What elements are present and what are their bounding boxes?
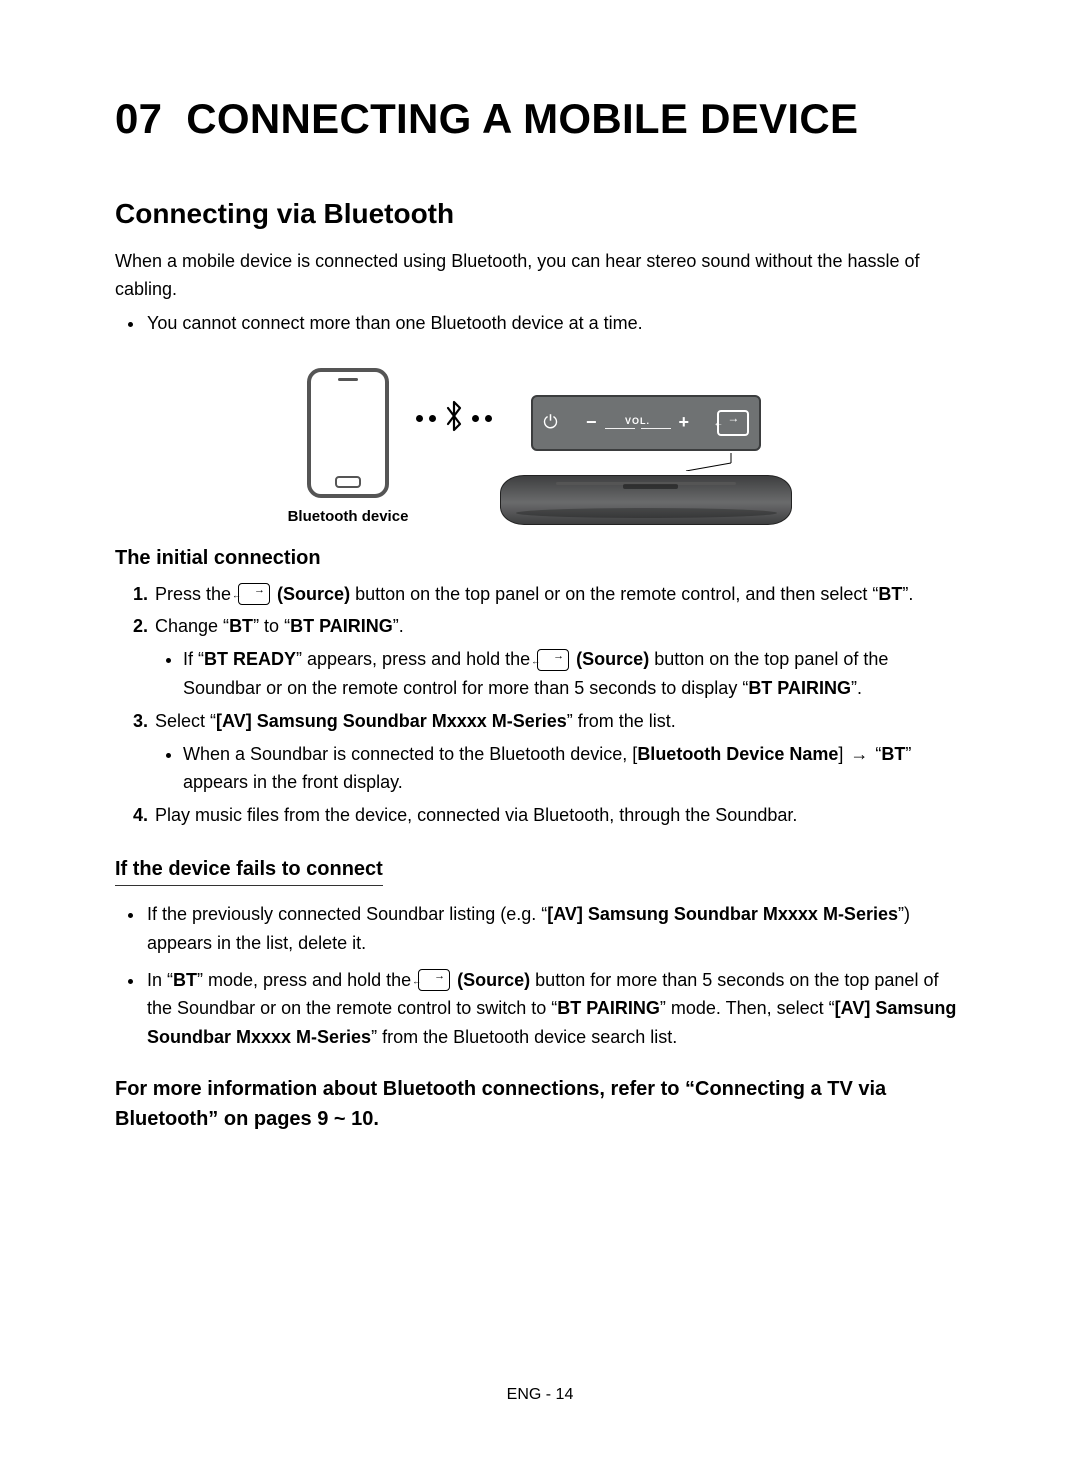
text-bold: BT [229, 616, 253, 636]
text-bold: [AV] Samsung Soundbar Mxxxx M-Series [216, 711, 567, 731]
source-icon [418, 969, 450, 991]
power-icon: ⏻ [543, 412, 557, 433]
steps-list: Press the (Source) button on the top pan… [115, 580, 965, 830]
text: In “ [147, 970, 173, 990]
step-2-sub-item: If “BT READY” appears, press and hold th… [183, 645, 965, 703]
text: ” from the list. [567, 711, 676, 731]
bluetooth-icon [442, 400, 466, 438]
phone-home-button [335, 476, 361, 488]
bt-device-caption: Bluetooth device [288, 508, 409, 525]
dot-icon [485, 415, 492, 422]
initial-connection-heading: The initial connection [115, 547, 965, 570]
fail-item-1: If the previously connected Soundbar lis… [145, 900, 965, 958]
chapter-title: 07 CONNECTING A MOBILE DEVICE [115, 95, 965, 143]
text: ”. [902, 584, 913, 604]
bluetooth-connection-icon [416, 400, 492, 438]
text-bold: BT PAIRING [290, 616, 393, 636]
phone-col: Bluetooth device [288, 368, 409, 525]
minus-icon: − [586, 412, 597, 433]
text-bold: BT PAIRING [748, 678, 851, 698]
text-bold: (Source) [571, 649, 649, 669]
source-icon [717, 410, 749, 436]
dot-icon [416, 415, 423, 422]
line-icon [641, 428, 671, 429]
step-3-sub: When a Soundbar is connected to the Blue… [155, 740, 965, 798]
manual-page: 07 CONNECTING A MOBILE DEVICE Connecting… [0, 0, 1080, 1479]
text: Change “ [155, 616, 229, 636]
soundbar-body [500, 475, 792, 525]
section-title: Connecting via Bluetooth [115, 198, 965, 230]
intro-text: When a mobile device is connected using … [115, 248, 965, 304]
line-icon [605, 428, 635, 429]
vol-center: VOL. [605, 416, 671, 429]
fails-heading: If the device fails to connect [115, 858, 383, 886]
dot-icon [429, 415, 436, 422]
text-bold: (Source) [452, 970, 530, 990]
text: Press the [155, 584, 236, 604]
volume-group: − VOL. + [558, 412, 718, 433]
phone-icon [307, 368, 389, 498]
text-bold: [AV] Samsung Soundbar Mxxxx M-Series [547, 904, 898, 924]
step-2-sub: If “BT READY” appears, press and hold th… [155, 645, 965, 703]
step-2: Change “BT” to “BT PAIRING”. If “BT READ… [153, 612, 965, 702]
text-bold: BT [878, 584, 902, 604]
text: button on the top panel or on the remote… [350, 584, 878, 604]
chapter-text: CONNECTING A MOBILE DEVICE [186, 95, 858, 142]
chapter-number: 07 [115, 95, 162, 142]
source-icon [537, 649, 569, 671]
page-footer: ENG - 14 [0, 1386, 1080, 1404]
vol-label: VOL. [605, 416, 671, 426]
text: When a Soundbar is connected to the Blue… [183, 744, 637, 764]
step-1: Press the (Source) button on the top pan… [153, 580, 965, 609]
text: ” to “ [253, 616, 290, 636]
text-bold: (Source) [272, 584, 350, 604]
bluetooth-svg [442, 400, 466, 432]
soundbar-top-panel: ⏻ − VOL. + [531, 395, 761, 451]
text-bold: BT READY [204, 649, 296, 669]
soundbar-display [623, 484, 678, 489]
text: If “ [183, 649, 204, 669]
text: ” appears, press and hold the [296, 649, 535, 669]
text-bold: BT [173, 970, 197, 990]
text-bold: BT PAIRING [557, 998, 660, 1018]
top-bullet-item: You cannot connect more than one Bluetoo… [145, 310, 965, 338]
text: ” mode, press and hold the [197, 970, 416, 990]
text: “ [870, 744, 881, 764]
text: ” mode. Then, select “ [660, 998, 835, 1018]
text: ”. [393, 616, 404, 636]
text: If the previously connected Soundbar lis… [147, 904, 547, 924]
step-3-sub-item: When a Soundbar is connected to the Blue… [183, 740, 965, 798]
dot-icon [472, 415, 479, 422]
callout-line [531, 453, 761, 471]
diagram-row: Bluetooth device ⏻ − [288, 368, 793, 525]
text: ”. [851, 678, 862, 698]
arrow-icon: → [850, 744, 868, 764]
more-info: For more information about Bluetooth con… [115, 1074, 965, 1134]
plus-icon: + [679, 412, 690, 433]
fails-list: If the previously connected Soundbar lis… [115, 900, 965, 1052]
source-icon [238, 583, 270, 605]
soundbar-group: ⏻ − VOL. + [500, 395, 792, 525]
diagram: Bluetooth device ⏻ − [115, 368, 965, 525]
phone-speaker [338, 378, 358, 381]
text: Select “ [155, 711, 216, 731]
text: ] [838, 744, 848, 764]
step-4: Play music files from the device, connec… [153, 801, 965, 830]
step-3: Select “[AV] Samsung Soundbar Mxxxx M-Se… [153, 707, 965, 797]
text: ” from the Bluetooth device search list. [371, 1027, 677, 1047]
text-bold: BT [881, 744, 905, 764]
top-bullet-list: You cannot connect more than one Bluetoo… [115, 310, 965, 338]
fail-item-2: In “BT” mode, press and hold the (Source… [145, 966, 965, 1052]
text-bold: Bluetooth Device Name [637, 744, 838, 764]
